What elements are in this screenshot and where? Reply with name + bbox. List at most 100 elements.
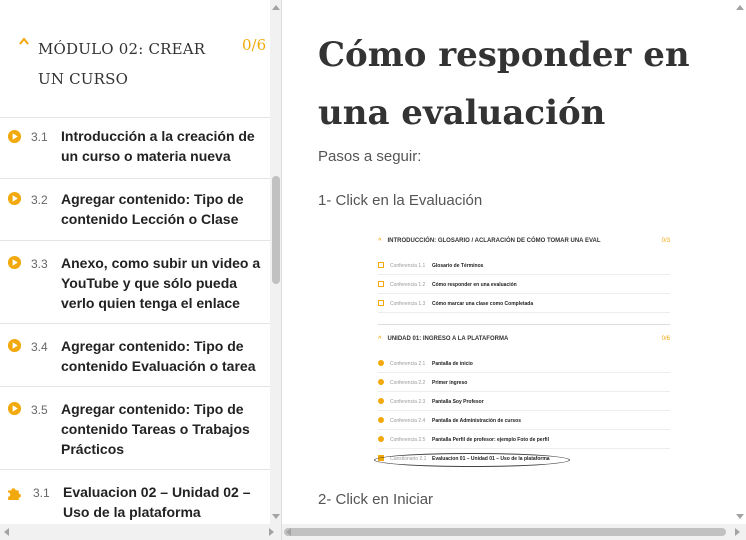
sidebar-vertical-scrollbar[interactable] — [270, 0, 281, 524]
chevron-up-icon[interactable] — [18, 36, 30, 46]
curriculum-list: MÓDULO 02: CREAR UN CURSO 0/6 3.1 Introd… — [0, 0, 270, 524]
row-kind-label: Conferencia — [390, 399, 417, 405]
play-circle-icon — [378, 379, 384, 385]
scroll-left-arrow-icon[interactable] — [4, 528, 9, 536]
row-number: 1.3 — [418, 301, 426, 307]
row-kind: Conferencia 1.2 — [390, 282, 425, 288]
lesson-number: 3.1 — [33, 486, 50, 500]
steps-intro: Pasos a seguir: — [318, 148, 422, 165]
lesson-number: 3.1 — [31, 130, 48, 144]
highlight-ellipse — [374, 453, 570, 467]
row-title: Pantalla de Administración de cursos — [432, 418, 522, 424]
lesson-number: 3.4 — [31, 340, 48, 354]
row-kind-label: Conferencia — [390, 301, 417, 307]
row-title: Pantalla Soy Profesor — [432, 399, 484, 405]
row-number: 2.3 — [418, 399, 426, 405]
row-kind-label: Conferencia — [390, 380, 417, 386]
lesson-title[interactable]: Evaluacion 02 – Unidad 02 – Uso de la pl… — [63, 482, 263, 522]
screenshot-row: Conferencia 2.4 Pantalla de Administraci… — [378, 411, 670, 430]
lesson-item[interactable]: 3.4 Agregar contenido: Tipo de contenido… — [0, 324, 270, 387]
row-number: 1.1 — [418, 263, 426, 269]
row-kind-label: Conferencia — [390, 418, 417, 424]
row-kind-label: Conferencia — [390, 437, 417, 443]
lesson-content: Cómo responder en una evaluación Pasos a… — [282, 0, 746, 540]
row-kind: Conferencia 2.1 — [390, 361, 425, 367]
scroll-down-arrow-icon[interactable] — [736, 514, 744, 519]
lesson-item[interactable]: 3.3 Anexo, como subir un video a YouTube… — [0, 241, 270, 324]
scroll-right-arrow-icon[interactable] — [269, 528, 274, 536]
document-icon — [378, 281, 384, 287]
row-number: 2.5 — [418, 437, 426, 443]
scrollbar-thumb[interactable] — [284, 528, 726, 536]
screenshot-row: Conferencia 1.1 Glosario de Términos — [378, 256, 670, 275]
row-title: Cómo marcar una clase como Completada — [432, 301, 534, 307]
document-icon — [378, 300, 384, 306]
scroll-up-arrow-icon[interactable] — [736, 5, 744, 10]
row-kind: Conferencia 1.3 — [390, 301, 425, 307]
lesson-number: 3.3 — [31, 257, 48, 271]
screenshot-section-1-progress: 0/3 — [661, 238, 670, 244]
play-circle-icon — [7, 338, 22, 353]
screenshot-row: Conferencia 2.5 Pantalla Perfil de profe… — [378, 430, 670, 449]
content-horizontal-scrollbar[interactable] — [282, 524, 746, 540]
play-circle-icon — [378, 398, 384, 404]
lesson-item[interactable]: 3.2 Agregar contenido: Tipo de contenido… — [0, 179, 270, 241]
row-kind: Conferencia 2.4 — [390, 418, 425, 424]
scrollbar-thumb[interactable] — [272, 176, 280, 284]
scroll-down-arrow-icon[interactable] — [272, 514, 280, 519]
quiz-item[interactable]: 3.1 Evaluacion 02 – Unidad 02 – Uso de l… — [0, 470, 270, 524]
content-vertical-scrollbar[interactable] — [734, 0, 746, 524]
play-circle-icon — [378, 360, 384, 366]
lesson-title[interactable]: Introducción a la creación de un curso o… — [61, 126, 261, 166]
screenshot-row: Conferencia 2.3 Pantalla Soy Profesor — [378, 392, 670, 411]
screenshot-row: Conferencia 1.3 Cómo marcar una clase co… — [378, 294, 670, 313]
puzzle-icon — [8, 488, 21, 500]
row-kind: Conferencia 2.5 — [390, 437, 425, 443]
play-circle-icon — [378, 417, 384, 423]
screenshot-section-1-title: ^ INTRODUCCIÓN: GLOSARIO / ACLARACIÓN DE … — [378, 238, 601, 244]
lesson-number: 3.5 — [31, 403, 48, 417]
sidebar-horizontal-scrollbar[interactable] — [0, 524, 281, 540]
screenshot-section-2-title: ^ UNIDAD 01: INGRESO A LA PLATAFORMA — [378, 336, 508, 342]
screenshot-section-1-label: INTRODUCCIÓN: GLOSARIO / ACLARACIÓN DE C… — [387, 238, 601, 244]
screenshot-row: Conferencia 2.2 Primer ingreso — [378, 373, 670, 392]
row-kind-label: Conferencia — [390, 263, 417, 269]
scroll-right-arrow-icon[interactable] — [735, 528, 740, 536]
row-kind: Conferencia 2.2 — [390, 380, 425, 386]
play-circle-icon — [7, 129, 22, 144]
scroll-left-arrow-icon[interactable] — [286, 528, 291, 536]
embedded-screenshot: ^ INTRODUCCIÓN: GLOSARIO / ACLARACIÓN DE … — [372, 232, 674, 472]
lesson-item[interactable]: 3.1 Introducción a la creación de un cur… — [0, 118, 270, 179]
module-header[interactable]: MÓDULO 02: CREAR UN CURSO 0/6 — [0, 0, 270, 118]
lesson-item[interactable]: 3.5 Agregar contenido: Tipo de contenido… — [0, 387, 270, 470]
module-progress: 0/6 — [242, 36, 267, 54]
row-number: 1.2 — [418, 282, 426, 288]
play-circle-icon — [7, 191, 22, 206]
row-kind: Conferencia 2.3 — [390, 399, 425, 405]
row-title: Pantalla de inicio — [432, 361, 473, 367]
row-title: Pantalla Perfil de profesor: ejemplo Fot… — [432, 437, 549, 443]
page-title: Cómo responder en una evaluación — [318, 35, 690, 133]
row-kind: Conferencia 1.1 — [390, 263, 425, 269]
chevron-up-icon: ^ — [378, 238, 382, 244]
lesson-title[interactable]: Agregar contenido: Tipo de contenido Lec… — [61, 189, 261, 229]
lesson-title[interactable]: Agregar contenido: Tipo de contenido Eva… — [61, 336, 261, 376]
lesson-title[interactable]: Agregar contenido: Tipo de contenido Tar… — [61, 399, 261, 459]
course-sidebar: MÓDULO 02: CREAR UN CURSO 0/6 3.1 Introd… — [0, 0, 282, 540]
screenshot-row: Conferencia 2.1 Pantalla de inicio — [378, 354, 670, 373]
step-1-text: 1- Click en la Evaluación — [318, 192, 483, 209]
lesson-title[interactable]: Anexo, como subir un video a YouTube y q… — [61, 253, 261, 313]
screenshot-divider — [378, 324, 670, 325]
scroll-up-arrow-icon[interactable] — [272, 5, 280, 10]
screenshot-section-2-label: UNIDAD 01: INGRESO A LA PLATAFORMA — [387, 336, 509, 342]
play-circle-icon — [7, 401, 22, 416]
screenshot-row: Conferencia 1.2 Cómo responder en una ev… — [378, 275, 670, 294]
module-title: MÓDULO 02: CREAR UN CURSO — [38, 40, 206, 88]
play-circle-icon — [7, 255, 22, 270]
row-number: 2.4 — [418, 418, 426, 424]
document-icon — [378, 262, 384, 268]
row-number: 2.1 — [418, 361, 426, 367]
lesson-number: 3.2 — [31, 193, 48, 207]
row-kind-label: Conferencia — [390, 361, 417, 367]
row-number: 2.2 — [418, 380, 426, 386]
